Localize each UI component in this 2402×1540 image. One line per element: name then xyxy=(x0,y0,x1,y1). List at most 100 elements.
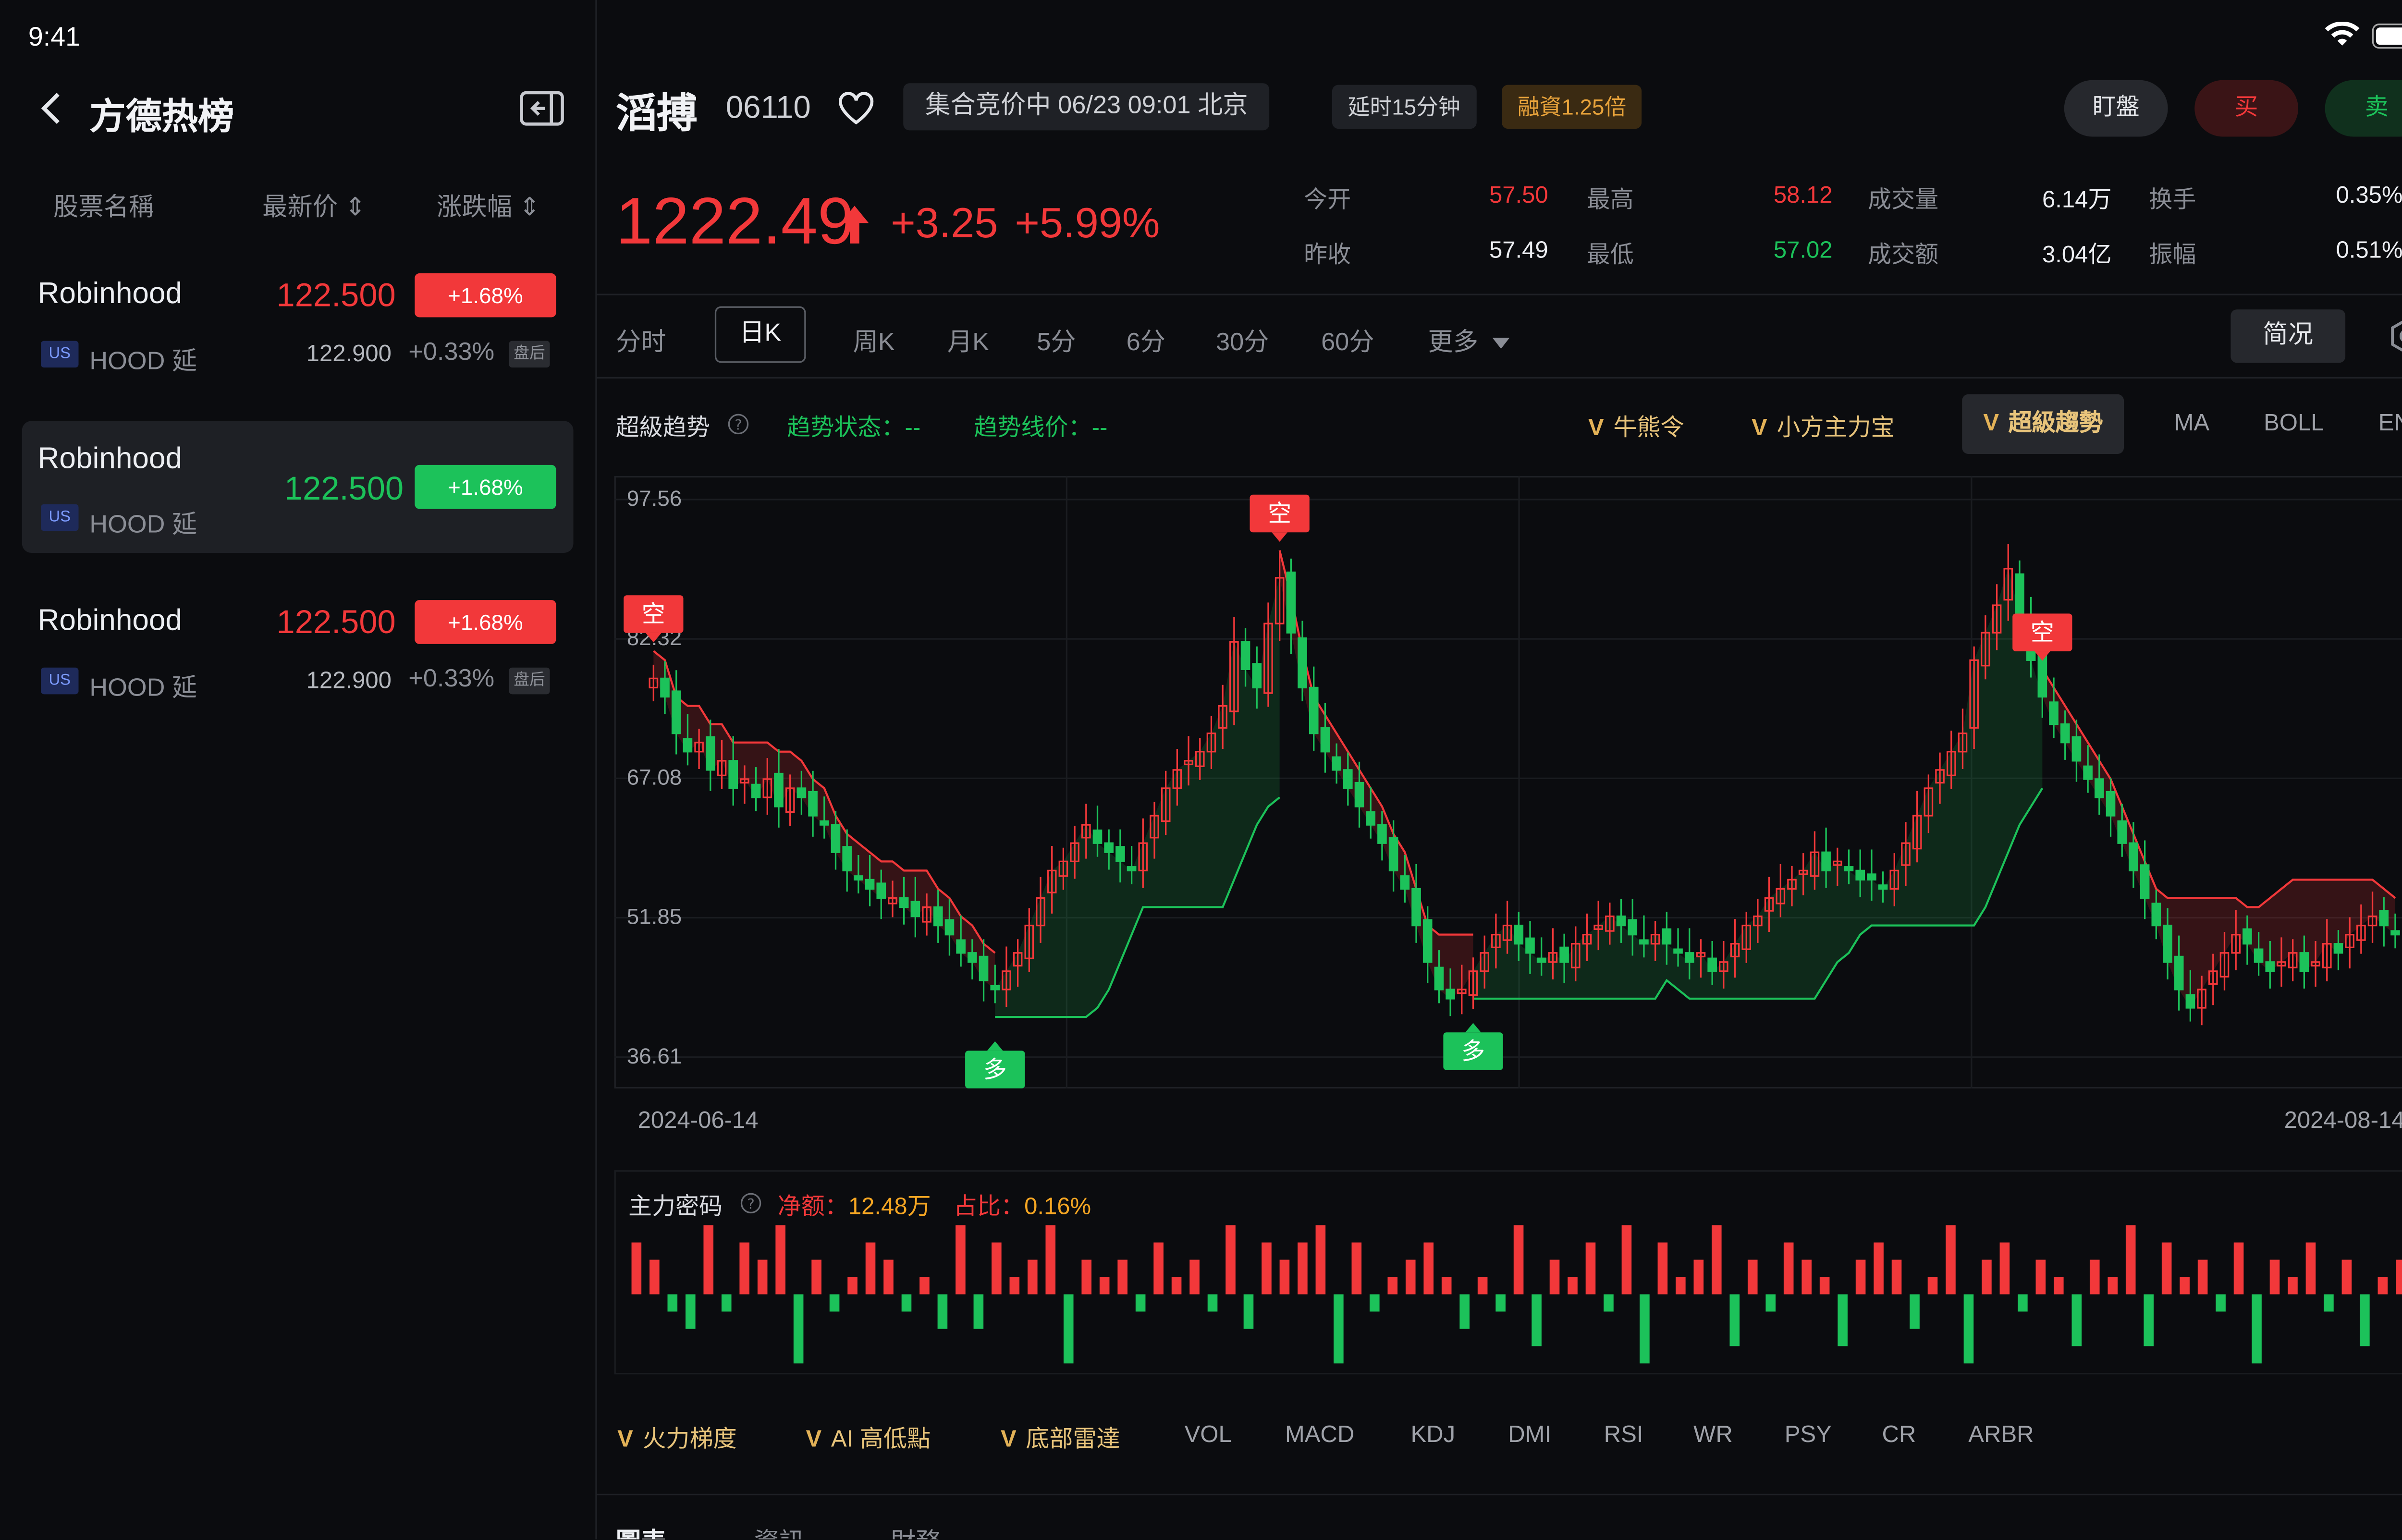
net-amount: 净额：12.48万 xyxy=(777,1194,931,1221)
col-header-name[interactable]: 股票名稱 xyxy=(53,185,154,223)
caret-down-icon[interactable] xyxy=(1492,330,1510,358)
tab-sub-indicator[interactable]: DMI xyxy=(1508,1421,1551,1448)
tab-sub-indicator[interactable]: KDJ xyxy=(1410,1421,1455,1448)
candle-body xyxy=(2037,654,2047,698)
tab-period[interactable]: 分时 xyxy=(616,320,666,358)
col-header-change[interactable]: 涨跌幅 ⇕ xyxy=(437,185,540,223)
tab-sub-indicator[interactable]: ARBR xyxy=(1968,1421,2034,1448)
main-force-bar xyxy=(2324,1294,2334,1312)
change-badge: +1.68% xyxy=(415,464,556,509)
collapse-sidebar-icon[interactable] xyxy=(520,89,564,135)
list-item[interactable]: Robinhood 122.500 +1.68% US HOOD 延 122.9… xyxy=(0,256,595,397)
candle-body xyxy=(831,824,841,853)
candle-body xyxy=(2071,736,2082,762)
buy-button[interactable]: 买 xyxy=(2194,80,2299,137)
main-force-bar xyxy=(1657,1242,1668,1295)
candle-body xyxy=(1104,842,1114,853)
stock-title: 滔搏 xyxy=(615,89,698,137)
watch-button[interactable]: 盯盤 xyxy=(2064,80,2168,137)
main-force-bar xyxy=(1207,1294,1218,1312)
main-force-bar xyxy=(1532,1294,1542,1346)
main-force-bar xyxy=(1009,1277,1020,1295)
main-force-bar xyxy=(2180,1277,2190,1295)
trend-zone xyxy=(1279,550,1473,999)
main-force-bar xyxy=(865,1242,876,1295)
tab-footer-active[interactable]: 圖表 xyxy=(616,1520,666,1540)
candle-body xyxy=(808,791,818,817)
back-chevron-icon[interactable] xyxy=(37,91,66,134)
main-force-bar xyxy=(1819,1277,1830,1295)
tab-period[interactable]: 月K xyxy=(947,320,989,358)
main-force-bar xyxy=(1910,1294,1920,1329)
tab-indicator[interactable]: BOLL xyxy=(2264,410,2324,437)
tab-footer[interactable]: 資訊 xyxy=(754,1520,805,1540)
candle-body xyxy=(1354,782,1364,807)
tab-indicator[interactable]: V 小方主力宝 xyxy=(1752,410,1895,443)
tab-sub-indicator[interactable]: V 底部雷達 xyxy=(1001,1421,1120,1454)
candle-body xyxy=(854,875,863,881)
stat-label: 换手 xyxy=(2149,187,2196,214)
signal-pointer xyxy=(1272,532,1287,542)
candle-body xyxy=(2129,842,2138,871)
stat-value: 57.50 xyxy=(1489,182,1548,209)
tab-footer[interactable]: 財務 xyxy=(891,1520,941,1540)
tab-period[interactable]: 5分 xyxy=(1037,320,1076,358)
favorite-heart-icon[interactable] xyxy=(837,91,875,134)
tab-sub-indicator[interactable]: WR xyxy=(1693,1421,1733,1448)
col-header-price[interactable]: 最新价 ⇕ xyxy=(262,185,366,223)
main-force-bar xyxy=(2108,1277,2118,1295)
tab-period[interactable]: 6分 xyxy=(1127,320,1165,358)
market-tag: US xyxy=(41,504,79,531)
main-force-bar xyxy=(1765,1294,1776,1312)
candle-body xyxy=(2015,573,2024,615)
tab-sub-indicator[interactable]: PSY xyxy=(1785,1421,1832,1448)
tab-indicator[interactable]: V 牛熊令 xyxy=(1588,410,1684,443)
tab-sub-indicator[interactable]: MACD xyxy=(1285,1421,1354,1448)
stock-price: 122.500 xyxy=(276,604,396,641)
tab-period-more[interactable]: 更多 xyxy=(1428,320,1478,358)
trend-zone xyxy=(995,577,1280,1017)
candle-body xyxy=(899,897,909,908)
candle-body xyxy=(1878,884,1888,890)
main-force-bar xyxy=(793,1294,804,1364)
tab-indicator[interactable]: ENE xyxy=(2378,410,2402,437)
main-force-bar xyxy=(1513,1225,1524,1295)
sell-button[interactable]: 卖 xyxy=(2325,80,2402,137)
tab-indicator[interactable]: MA xyxy=(2174,410,2210,437)
intro-button[interactable]: 简况 xyxy=(2230,309,2346,363)
main-force-bar xyxy=(811,1259,821,1295)
tab-period[interactable]: 周K xyxy=(853,320,895,358)
tab-sub-indicator[interactable]: CR xyxy=(1882,1421,1916,1448)
stock-code: HOOD 延 xyxy=(89,348,197,376)
candle-body xyxy=(774,772,784,807)
tab-sub-indicator[interactable]: V AI 高低點 xyxy=(806,1421,931,1454)
stock-code: HOOD 延 xyxy=(89,675,197,702)
main-force-bar xyxy=(1982,1259,1992,1295)
candle-body xyxy=(2390,930,2400,936)
settings-gear-icon[interactable] xyxy=(2388,318,2402,363)
candle-body xyxy=(1434,966,1444,990)
help-icon[interactable]: ? xyxy=(740,1192,762,1222)
main-force-bar xyxy=(2233,1242,2244,1295)
y-tick-label: 97.56 xyxy=(627,486,682,511)
tab-sub-indicator[interactable]: VOL xyxy=(1185,1421,1232,1448)
main-force-title: 主力密码 xyxy=(628,1194,723,1221)
svg-text:?: ? xyxy=(735,416,742,433)
price-up-arrow-icon xyxy=(837,204,872,253)
candlestick-chart[interactable]: 97.5682.3267.0851.8536.61空多空多空 xyxy=(614,476,2402,1089)
list-item-selected[interactable]: Robinhood 122.500 +1.68% US HOOD 延 xyxy=(22,421,574,553)
candle-body xyxy=(2140,864,2150,899)
tab-period[interactable]: 30分 xyxy=(1216,320,1269,358)
candle-body xyxy=(1377,824,1387,844)
main-force-bar xyxy=(2054,1277,2064,1295)
help-icon[interactable]: ? xyxy=(727,413,749,443)
tab-period-active[interactable]: 日K xyxy=(714,306,806,363)
candle-body xyxy=(1309,686,1319,734)
list-item[interactable]: Robinhood 122.500 +1.68% US HOOD 延 122.9… xyxy=(0,583,595,724)
tab-sub-indicator[interactable]: RSI xyxy=(1604,1421,1643,1448)
tab-period[interactable]: 60分 xyxy=(1321,320,1374,358)
stat-label: 成交额 xyxy=(1868,242,1939,269)
signal-pointer xyxy=(2034,651,2050,661)
tab-indicator-active[interactable]: V 超級趨勢 xyxy=(1962,394,2124,454)
tab-sub-indicator[interactable]: V 火力梯度 xyxy=(617,1421,737,1454)
